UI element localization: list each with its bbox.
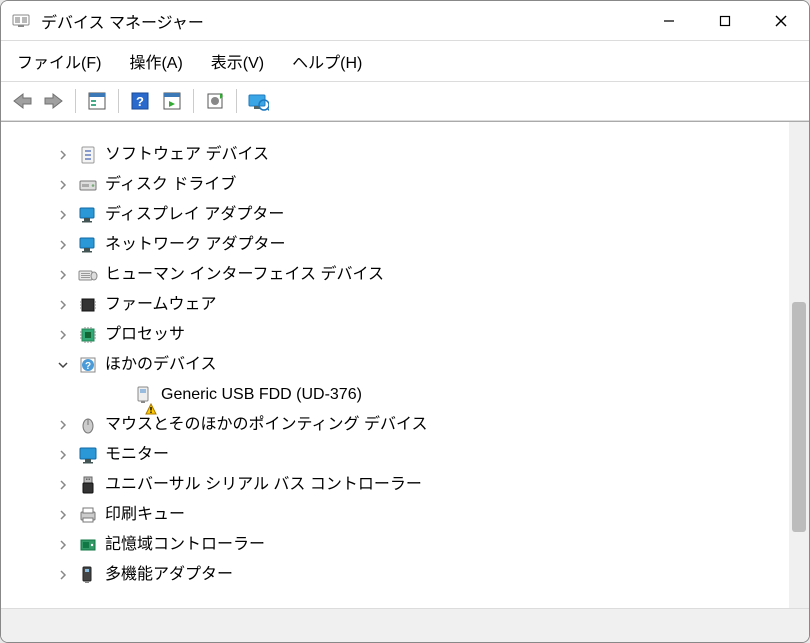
tree-node-label: 印刷キュー	[105, 500, 185, 530]
toolbar-separator	[75, 89, 76, 113]
expand-icon[interactable]	[55, 207, 71, 223]
vertical-scrollbar[interactable]	[789, 122, 809, 608]
expand-icon[interactable]	[55, 477, 71, 493]
tree-node[interactable]: ? ほかのデバイス	[31, 350, 785, 380]
minimize-button[interactable]	[641, 1, 697, 40]
device-manager-window: デバイス マネージャー ファイル(F) 操作(A) 表示(V) ヘルプ(H)	[0, 0, 810, 643]
device-tree[interactable]: ソフトウェア デバイスディスク ドライブディスプレイ アダプターネットワーク ア…	[31, 140, 785, 590]
expand-icon[interactable]	[55, 417, 71, 433]
tree-node-label: Generic USB FDD (UD-376)	[161, 380, 362, 410]
tree-node[interactable]: Generic USB FDD (UD-376)	[31, 380, 785, 410]
tree-node-label: ユニバーサル シリアル バス コントローラー	[105, 470, 422, 500]
maximize-button[interactable]	[697, 1, 753, 40]
tree-node-label: ディスプレイ アダプター	[105, 200, 284, 230]
software-device-icon	[77, 144, 99, 166]
tree-node-label: 多機能アダプター	[105, 560, 233, 590]
tree-node-label: プロセッサ	[105, 320, 185, 350]
scan-button[interactable]	[157, 86, 187, 116]
processor-icon	[77, 324, 99, 346]
menu-help[interactable]: ヘルプ(H)	[284, 47, 370, 75]
mouse-icon	[77, 414, 99, 436]
menu-action[interactable]: 操作(A)	[121, 47, 190, 75]
forward-button[interactable]	[39, 86, 69, 116]
toolbar-separator	[236, 89, 237, 113]
tree-node[interactable]: ネットワーク アダプター	[31, 230, 785, 260]
show-hide-tree-button[interactable]	[82, 86, 112, 116]
device-tree-pane: ソフトウェア デバイスディスク ドライブディスプレイ アダプターネットワーク ア…	[7, 128, 789, 602]
tree-node[interactable]: ファームウェア	[31, 290, 785, 320]
tree-node-label: ディスク ドライブ	[105, 170, 236, 200]
toolbar-separator	[193, 89, 194, 113]
svg-text:?: ?	[85, 361, 91, 372]
tree-node-label: ソフトウェア デバイス	[105, 140, 269, 170]
tree-node[interactable]: ソフトウェア デバイス	[31, 140, 785, 170]
tree-node-label: ヒューマン インターフェイス デバイス	[105, 260, 384, 290]
statusbar	[1, 608, 809, 642]
tree-node-label: モニター	[105, 440, 169, 470]
menu-file[interactable]: ファイル(F)	[9, 47, 109, 75]
disk-drive-icon	[77, 174, 99, 196]
multifunction-adapter-icon	[77, 564, 99, 586]
expand-icon[interactable]	[55, 177, 71, 193]
firmware-icon	[77, 294, 99, 316]
collapse-icon[interactable]	[55, 357, 71, 373]
menubar: ファイル(F) 操作(A) 表示(V) ヘルプ(H)	[1, 41, 809, 82]
menu-view[interactable]: 表示(V)	[203, 47, 272, 75]
tree-node[interactable]: ユニバーサル シリアル バス コントローラー	[31, 470, 785, 500]
expand-icon[interactable]	[55, 297, 71, 313]
tree-node-label: ファームウェア	[105, 290, 217, 320]
unknown-device-warning-icon	[133, 384, 155, 406]
expand-icon[interactable]	[55, 447, 71, 463]
expand-icon[interactable]	[55, 537, 71, 553]
content-area: ソフトウェア デバイスディスク ドライブディスプレイ アダプターネットワーク ア…	[1, 121, 809, 608]
scrollbar-thumb[interactable]	[792, 302, 806, 532]
window-buttons	[641, 1, 809, 40]
toolbar-separator	[118, 89, 119, 113]
back-button[interactable]	[7, 86, 37, 116]
tree-node[interactable]: 印刷キュー	[31, 500, 785, 530]
expand-icon[interactable]	[55, 237, 71, 253]
tree-node-label: 記憶域コントローラー	[105, 530, 265, 560]
expand-icon[interactable]	[55, 567, 71, 583]
expand-icon[interactable]	[55, 147, 71, 163]
help-button[interactable]: ?	[125, 86, 155, 116]
monitor-icon	[77, 444, 99, 466]
tree-node[interactable]: 多機能アダプター	[31, 560, 785, 590]
tree-node-label: ほかのデバイス	[105, 350, 217, 380]
display-adapter-icon	[77, 204, 99, 226]
app-icon	[11, 11, 31, 31]
expand-icon[interactable]	[55, 327, 71, 343]
tree-node[interactable]: ディスク ドライブ	[31, 170, 785, 200]
titlebar: デバイス マネージャー	[1, 1, 809, 41]
properties-button[interactable]	[243, 86, 273, 116]
network-adapter-icon	[77, 234, 99, 256]
tree-node[interactable]: ディスプレイ アダプター	[31, 200, 785, 230]
tree-node[interactable]: モニター	[31, 440, 785, 470]
window-title: デバイス マネージャー	[41, 9, 641, 33]
tree-node-label: ネットワーク アダプター	[105, 230, 285, 260]
expand-icon[interactable]	[55, 267, 71, 283]
toolbar: ?	[1, 82, 809, 121]
close-button[interactable]	[753, 1, 809, 40]
usb-controller-icon	[77, 474, 99, 496]
expand-icon[interactable]	[55, 507, 71, 523]
print-queue-icon	[77, 504, 99, 526]
hid-icon	[77, 264, 99, 286]
tree-node[interactable]: プロセッサ	[31, 320, 785, 350]
tree-node[interactable]: ヒューマン インターフェイス デバイス	[31, 260, 785, 290]
svg-text:?: ?	[136, 94, 144, 109]
storage-controller-icon	[77, 534, 99, 556]
update-driver-button[interactable]	[200, 86, 230, 116]
tree-node[interactable]: 記憶域コントローラー	[31, 530, 785, 560]
other-devices-icon: ?	[77, 354, 99, 376]
